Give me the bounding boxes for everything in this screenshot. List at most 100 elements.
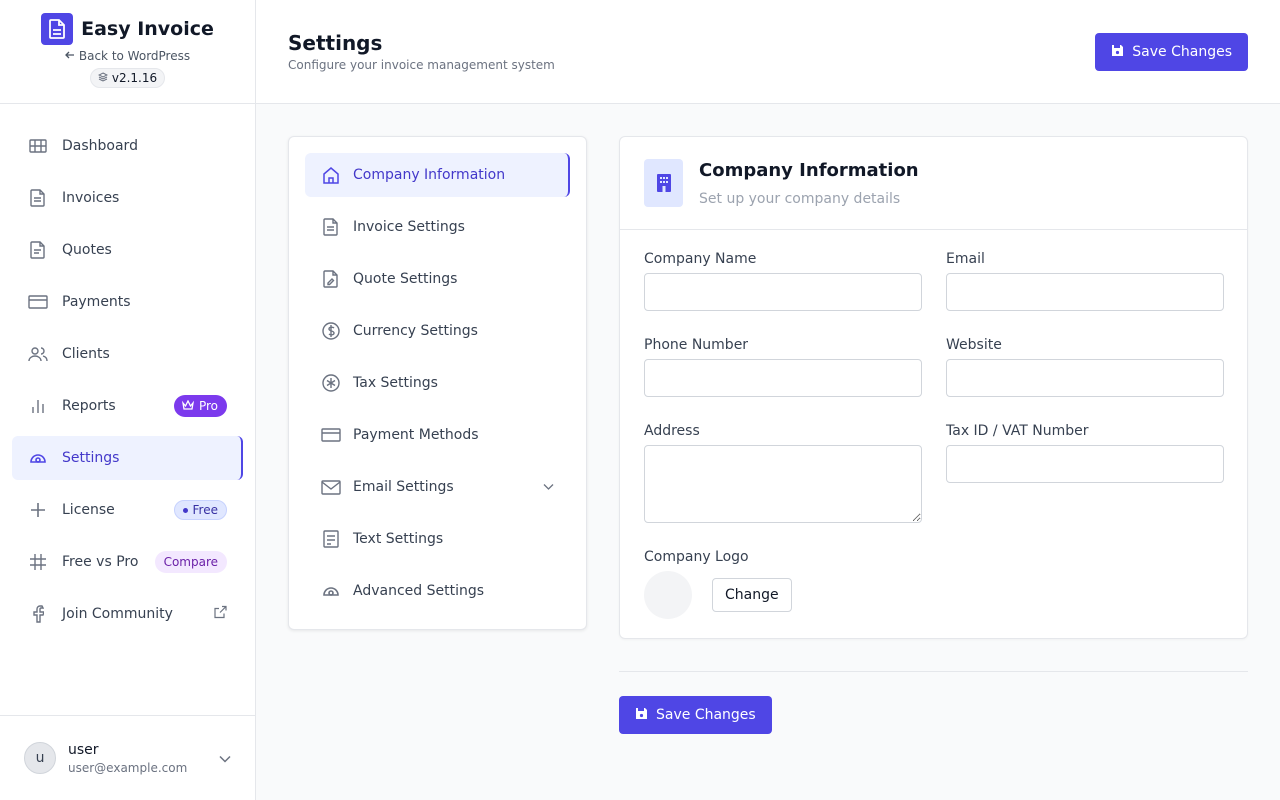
dollar-icon <box>321 321 341 341</box>
email-label: Email <box>946 251 985 267</box>
facebook-icon <box>28 604 48 624</box>
company-name-field-group: Company Name <box>644 251 922 311</box>
phone-input[interactable] <box>644 359 922 397</box>
sidebar: Easy Invoice Back to WordPress v2.1.16 D… <box>0 0 256 800</box>
menu-item-invoice-settings[interactable]: Invoice Settings <box>305 205 570 249</box>
page-header: Settings Configure your invoice manageme… <box>256 0 1280 104</box>
logo-row: Change <box>644 571 792 619</box>
user-email: user@example.com <box>68 760 188 775</box>
page-title: Settings <box>288 31 383 55</box>
chevron-down-icon[interactable] <box>219 749 231 768</box>
brand-row[interactable]: Easy Invoice <box>41 13 214 45</box>
sidebar-item-join-community[interactable]: Join Community <box>12 592 243 636</box>
layers-icon <box>97 71 108 85</box>
free-badge-label: Free <box>192 503 218 517</box>
address-textarea[interactable] <box>644 445 922 523</box>
menu-item-tax-settings[interactable]: Tax Settings <box>305 361 570 405</box>
tax-id-input[interactable] <box>946 445 1224 483</box>
sidebar-item-settings[interactable]: Settings <box>12 436 243 480</box>
text-file-icon <box>321 529 341 549</box>
document-icon <box>28 240 48 260</box>
grid-icon <box>28 136 48 156</box>
menu-item-company-information[interactable]: Company Information <box>305 153 570 197</box>
sidebar-item-clients[interactable]: Clients <box>12 332 243 376</box>
chevron-down-icon[interactable] <box>543 484 554 491</box>
document-icon <box>321 217 341 237</box>
user-info: user user@example.com <box>68 742 187 775</box>
pro-badge-label: Pro <box>198 399 218 413</box>
page-subtitle: Configure your invoice management system <box>288 58 555 72</box>
back-to-wordpress-link[interactable]: Back to WordPress <box>64 49 190 63</box>
menu-item-label: Invoice Settings <box>353 219 465 235</box>
menu-item-payment-methods[interactable]: Payment Methods <box>305 413 570 457</box>
change-logo-button[interactable]: Change <box>712 578 792 612</box>
email-input[interactable] <box>946 273 1224 311</box>
website-input[interactable] <box>946 359 1224 397</box>
website-field-group: Website <box>946 337 1224 397</box>
menu-item-label: Quote Settings <box>353 271 458 287</box>
logo-preview <box>644 571 692 619</box>
sidebar-item-label: Settings <box>62 450 120 466</box>
sidebar-item-invoices[interactable]: Invoices <box>12 176 243 220</box>
compare-badge: Compare <box>154 551 227 573</box>
version-badge: v2.1.16 <box>89 68 166 88</box>
sidebar-item-free-vs-pro[interactable]: Free vs Pro Compare <box>12 540 243 584</box>
sidebar-item-reports[interactable]: Reports Pro <box>12 384 243 428</box>
company-logo-field-group: Company Logo Change <box>644 549 792 619</box>
grid-lines-icon <box>28 552 48 572</box>
menu-item-text-settings[interactable]: Text Settings <box>305 517 570 561</box>
sidebar-item-dashboard[interactable]: Dashboard <box>12 124 243 168</box>
credit-card-icon <box>28 292 48 312</box>
menu-item-label: Payment Methods <box>353 427 479 443</box>
mail-icon <box>321 477 341 497</box>
save-button-label: Save Changes <box>1132 44 1232 60</box>
arrow-left-icon <box>64 49 75 63</box>
sidebar-item-label: Quotes <box>62 242 112 258</box>
avatar: u <box>24 742 56 774</box>
menu-item-currency-settings[interactable]: Currency Settings <box>305 309 570 353</box>
card-subtitle: Set up your company details <box>699 191 901 207</box>
sidebar-item-label: Payments <box>62 294 131 310</box>
sidebar-item-license[interactable]: License Free <box>12 488 243 532</box>
menu-item-email-settings[interactable]: Email Settings <box>305 465 570 509</box>
save-button[interactable]: Save Changes <box>1095 33 1248 71</box>
sidebar-item-quotes[interactable]: Quotes <box>12 228 243 272</box>
menu-item-label: Email Settings <box>353 479 454 495</box>
home-icon <box>321 165 341 185</box>
asterisk-icon <box>321 373 341 393</box>
divider <box>619 671 1248 672</box>
address-label: Address <box>644 423 700 439</box>
card-title: Company Information <box>699 160 919 181</box>
menu-item-quote-settings[interactable]: Quote Settings <box>305 257 570 301</box>
crown-icon <box>181 399 194 413</box>
address-field-group: Address <box>644 423 922 523</box>
external-link-icon <box>214 605 227 623</box>
settings-icon <box>321 581 341 601</box>
company-information-card: Company Information Set up your company … <box>619 136 1248 639</box>
users-icon <box>28 344 48 364</box>
status-dot-icon <box>182 507 188 513</box>
document-edit-icon <box>321 269 341 289</box>
sidebar-nav: Dashboard Invoices Quotes Payments Clien… <box>0 104 255 636</box>
bottom-save-button[interactable]: Save Changes <box>619 696 772 734</box>
bar-chart-icon <box>28 396 48 416</box>
invoice-logo-icon <box>41 13 74 45</box>
menu-item-label: Text Settings <box>353 531 444 547</box>
pro-badge: Pro <box>173 395 227 417</box>
brand-block: Easy Invoice Back to WordPress v2.1.16 <box>0 0 255 104</box>
settings-icon <box>28 448 48 468</box>
sidebar-item-label: License <box>62 502 115 518</box>
tax-id-label: Tax ID / VAT Number <box>946 423 1089 439</box>
phone-label: Phone Number <box>644 337 749 353</box>
tax-id-field-group: Tax ID / VAT Number <box>946 423 1224 483</box>
menu-item-advanced-settings[interactable]: Advanced Settings <box>305 569 570 613</box>
menu-item-label: Currency Settings <box>353 323 478 339</box>
sidebar-item-payments[interactable]: Payments <box>12 280 243 324</box>
company-name-input[interactable] <box>644 273 922 311</box>
website-label: Website <box>946 337 1002 353</box>
sidebar-item-label: Clients <box>62 346 110 362</box>
building-icon <box>644 159 683 207</box>
user-menu[interactable]: u user user@example.com <box>0 715 255 800</box>
free-badge: Free <box>173 500 227 520</box>
company-logo-label: Company Logo <box>644 549 749 565</box>
